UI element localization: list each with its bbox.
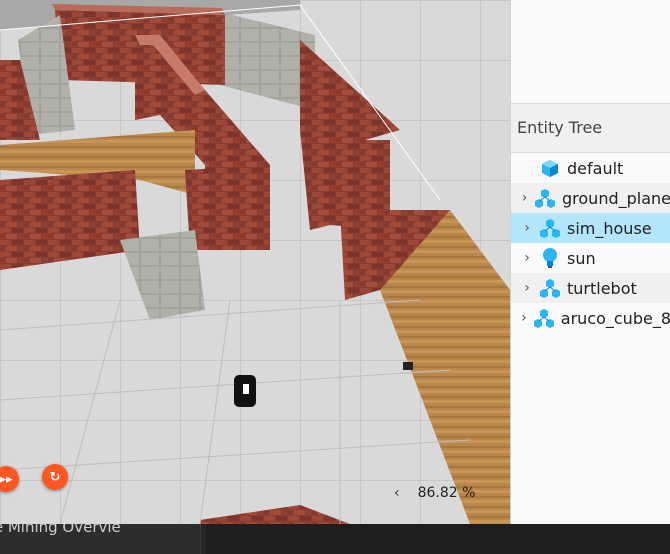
entity-tree-title: Entity Tree: [511, 104, 670, 153]
tree-item-ground-plane[interactable]: › ground_plane: [511, 183, 670, 213]
tree-item-sun[interactable]: › sun: [511, 243, 670, 273]
taskbar: re Mining Overvie: [0, 524, 670, 554]
scene-3d-render: [0, 0, 510, 524]
tree-item-turtlebot[interactable]: › turtlebot: [511, 273, 670, 303]
model-links-icon: [534, 187, 556, 209]
chevron-right-icon[interactable]: ›: [519, 220, 535, 236]
tree-item-label: sun: [567, 248, 596, 268]
step-button[interactable]: ↻: [42, 464, 68, 490]
light-bulb-icon: [539, 247, 561, 269]
model-icon: [539, 157, 561, 179]
chevron-right-icon[interactable]: ›: [519, 310, 529, 326]
chevron-right-icon[interactable]: ›: [519, 190, 530, 206]
model-links-icon: [539, 217, 561, 239]
taskbar-empty-area: [206, 524, 670, 554]
real-time-factor: ‹ 86.82 %: [394, 485, 475, 501]
fast-forward-icon: ▸▸: [0, 471, 13, 487]
taskbar-tab-label: re Mining Overvie: [0, 524, 121, 536]
scene-viewport[interactable]: ▸▸ ↻ ‹ 86.82 %: [0, 0, 510, 524]
tree-item-label: aruco_cube_8: [560, 308, 670, 328]
model-links-icon: [539, 277, 561, 299]
model-links-icon: [533, 307, 555, 329]
side-panel-header-blank: [511, 0, 670, 104]
taskbar-tab[interactable]: re Mining Overvie: [0, 524, 201, 554]
step-icon: ↻: [49, 469, 61, 485]
tree-item-label: turtlebot: [567, 278, 637, 298]
chevron-left-icon[interactable]: ‹: [394, 485, 400, 501]
tree-item-default[interactable]: › default: [511, 153, 670, 183]
chevron-right-icon[interactable]: ›: [519, 250, 535, 266]
tree-item-label: default: [567, 158, 624, 178]
chevron-right-icon[interactable]: ›: [519, 280, 535, 296]
tree-item-sim-house[interactable]: › sim_house: [511, 213, 670, 243]
tree-item-label: ground_plane: [562, 188, 670, 208]
side-panel: Entity Tree › default › ground_plane › s…: [510, 0, 670, 524]
tree-item-aruco-cube-8[interactable]: › aruco_cube_8: [511, 303, 670, 333]
tree-item-label: sim_house: [567, 218, 652, 238]
rtf-value: 86.82 %: [417, 485, 476, 501]
